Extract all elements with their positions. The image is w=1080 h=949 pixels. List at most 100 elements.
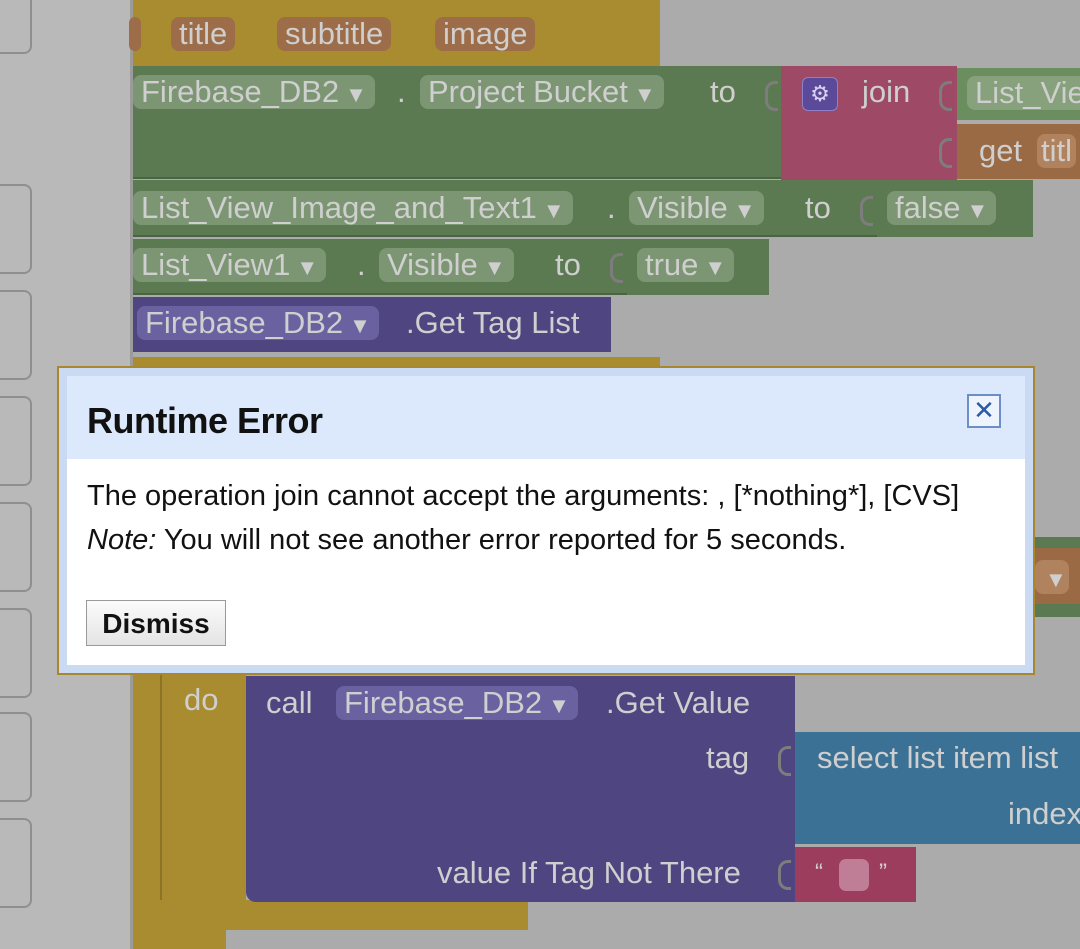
variable-name: titl [1041,133,1072,168]
property-dropdown[interactable]: Visible ▼ [379,248,514,282]
component-name: Firebase_DB2 [141,74,340,109]
component-dropdown[interactable]: List_View1 ▼ [133,247,327,282]
runtime-error-dialog: Runtime Error ✕ The operation join canno… [57,366,1035,675]
value-socket-label: value If Tag Not There [437,855,741,890]
dialog-content: Runtime Error ✕ The operation join canno… [67,376,1025,665]
call-label: call [266,685,313,720]
component-name: List_View1 [141,247,291,282]
list-view-dropdown[interactable]: List_Vie [967,76,1080,110]
component-dropdown[interactable]: Firebase_DB2 ▼ [133,75,375,109]
to-label: to [555,247,581,282]
component-dropdown[interactable]: Firebase_DB2 ▼ [137,306,379,340]
boolean-value: true [645,247,699,282]
set-visible-block-1[interactable]: List_View_Image_and_Text1 ▼ . Visible ▼ to [133,180,877,237]
get-value-block[interactable]: call Firebase_DB2 ▼ .Get Value tag value … [246,676,795,902]
param-chip-title[interactable]: title [171,17,236,51]
event-block-footer [133,900,528,930]
input-connector [765,81,778,111]
input-connector [778,746,791,776]
property-name: Visible [637,190,728,225]
dropdown-arrow-icon: ▼ [349,313,371,338]
partial-orange-block: ▼ [1035,548,1080,604]
dropdown-arrow-icon: ▼ [483,255,506,280]
event-block-foot-tab [133,930,226,949]
input-connector [610,253,623,283]
do-label: do [184,682,219,717]
boolean-dropdown[interactable]: true ▼ [637,247,735,282]
property-dropdown[interactable]: Project Bucket ▼ [420,75,664,109]
dropdown-arrow-icon: ▼ [542,198,565,223]
component-name: List_View_Image_and_Text1 [141,190,537,225]
gutter-tab[interactable] [0,608,32,698]
dropdown-arrow-icon: ▼ [633,82,656,107]
component-name: Firebase_DB2 [145,305,344,340]
get-variable-block[interactable]: get titl [957,124,1080,179]
input-connector [939,138,952,168]
quote-open: “ [815,859,823,886]
component-name: List_Vie [975,75,1080,110]
join-block[interactable]: ⚙ join [781,66,957,180]
input-connector [860,196,873,226]
note-label: Note: [87,524,157,556]
method-label: .Get Tag List [406,305,580,340]
gutter-tab[interactable] [0,396,32,486]
partial-dropdown: ▼ [1035,560,1069,594]
close-icon[interactable]: ✕ [967,394,1001,428]
join-label: join [862,74,911,109]
property-dropdown[interactable]: Visible ▼ [629,191,764,225]
dot-label: . [397,74,406,109]
gutter-tab[interactable] [0,290,32,380]
dialog-header: Runtime Error ✕ [67,376,1025,459]
param-chip-partial [129,17,141,51]
to-label: to [805,190,831,225]
gutter-tab[interactable] [0,0,32,54]
dot-label: . [607,190,616,225]
text-input-field[interactable] [839,859,869,891]
dropdown-arrow-icon: ▼ [733,198,756,223]
procedure-header-block[interactable]: title subtitle image [129,0,660,66]
to-label: to [710,74,736,109]
get-label: get [979,133,1023,168]
empty-text-block[interactable]: “ ” [795,847,916,902]
param-chip-image[interactable]: image [435,17,536,51]
error-note: Note: You will not see another error rep… [87,524,846,557]
dismiss-button[interactable]: Dismiss [86,600,226,646]
boolean-false-block[interactable]: false ▼ [877,180,1033,237]
dropdown-arrow-icon: ▼ [296,255,319,280]
gear-icon[interactable]: ⚙ [802,77,838,111]
set-project-bucket-block[interactable]: Firebase_DB2 ▼ . Project Bucket ▼ to [133,66,781,179]
dropdown-arrow-icon: ▼ [548,693,570,718]
gutter-tab[interactable] [0,502,32,592]
dialog-title: Runtime Error [87,400,323,441]
input-connector [778,860,791,890]
error-message: The operation join cannot accept the arg… [87,480,960,512]
list-view-ref-block[interactable]: List_Vie [957,68,1080,120]
dropdown-arrow-icon: ▼ [704,255,727,280]
boolean-value: false [895,190,961,225]
gutter-tab[interactable] [0,184,32,274]
variable-dropdown[interactable]: titl [1037,134,1076,168]
component-name: Firebase_DB2 [344,685,543,720]
get-tag-list-block[interactable]: Firebase_DB2 ▼ .Get Tag List [133,297,611,352]
boolean-dropdown[interactable]: false ▼ [887,190,997,225]
select-list-item-block[interactable]: select list item list index [795,732,1080,844]
note-text: You will not see another error reported … [156,524,847,556]
gutter-tab[interactable] [0,818,32,908]
dropdown-arrow-icon: ▼ [345,82,367,107]
dot-label: . [357,247,366,282]
index-label: index [1008,796,1080,831]
input-connector [939,81,952,111]
property-name: Project Bucket [428,74,628,109]
quote-close: ” [879,859,887,886]
component-dropdown[interactable]: List_View_Image_and_Text1 ▼ [133,191,573,225]
property-name: Visible [387,247,478,282]
select-list-item-label: select list item list [817,740,1059,775]
component-dropdown[interactable]: Firebase_DB2 ▼ [336,686,578,720]
set-visible-block-2[interactable]: List_View1 ▼ . Visible ▼ to [133,239,627,295]
tag-socket-label: tag [706,740,750,775]
dropdown-arrow-icon: ▼ [966,198,989,223]
method-label: .Get Value [606,685,751,720]
param-chip-subtitle[interactable]: subtitle [277,17,392,51]
gutter-tab[interactable] [0,712,32,802]
boolean-true-block[interactable]: true ▼ [627,239,769,295]
